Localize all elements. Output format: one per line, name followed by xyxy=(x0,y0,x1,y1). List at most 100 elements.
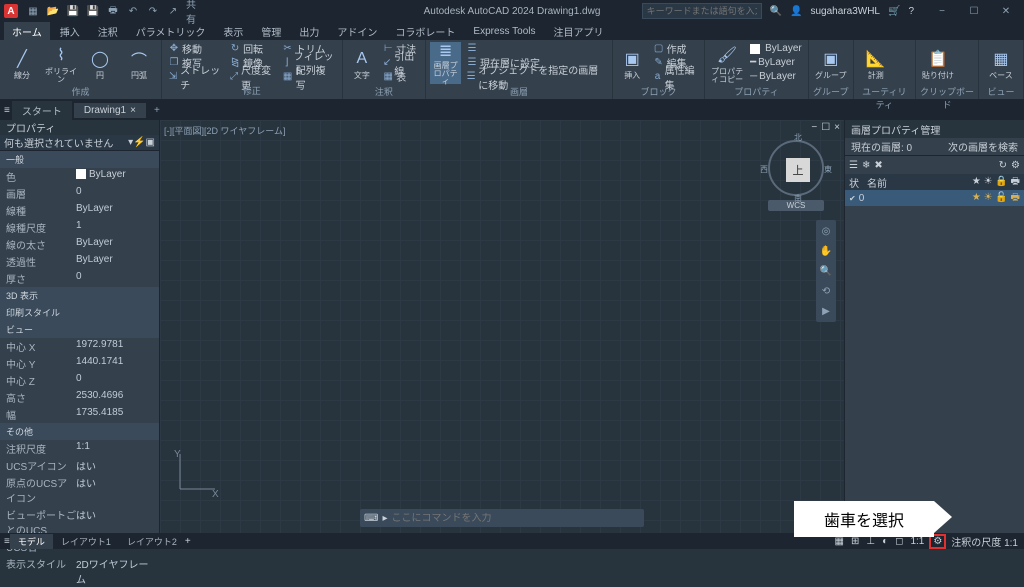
status-ortho-icon[interactable]: ⊥ xyxy=(864,536,877,547)
lineweight-dropdown[interactable]: ━ByLayer xyxy=(748,56,804,69)
pickadd-icon[interactable]: ▣ xyxy=(146,137,155,148)
layer-settings-icon[interactable]: ⚙ xyxy=(1011,160,1020,171)
circle-button[interactable]: ◯円 xyxy=(82,42,118,84)
measure-button[interactable]: 📐計測 xyxy=(858,42,894,84)
viewcube[interactable]: 北 南 東 西 上 WCS xyxy=(768,140,824,196)
viewcube-south[interactable]: 南 xyxy=(794,193,802,204)
layer-delete-icon[interactable]: ✖ xyxy=(874,160,882,171)
quickselect-icon[interactable]: ⚡ xyxy=(133,137,145,148)
viewport-close-icon[interactable]: × xyxy=(834,122,840,133)
baseview-button[interactable]: ▦ベース xyxy=(983,42,1019,84)
nav-orbit-icon[interactable]: ⟲ xyxy=(818,282,834,300)
table-button[interactable]: ▦表 xyxy=(380,70,421,83)
layout-tab-layout2[interactable]: レイアウト2 xyxy=(119,534,185,549)
new-tab-button[interactable]: + xyxy=(148,103,166,118)
qat-new-icon[interactable]: ▦ xyxy=(26,4,40,18)
prop-centery-value[interactable]: 1440.1741 xyxy=(76,356,153,371)
tab-home[interactable]: ホーム xyxy=(4,22,50,41)
tab-addins[interactable]: アドイン xyxy=(329,22,385,41)
paste-button[interactable]: 📋貼り付け xyxy=(920,42,956,84)
status-osnap-icon[interactable]: ◻ xyxy=(893,536,905,547)
col-status[interactable]: 状 xyxy=(849,175,867,190)
close-button[interactable]: ✕ xyxy=(992,2,1020,20)
prop-width-value[interactable]: 1735.4185 xyxy=(76,407,153,422)
status-snap-icon[interactable]: ⊞ xyxy=(849,536,861,547)
viewport-label[interactable]: [-][平面図][2D ワイヤフレーム] xyxy=(164,124,285,137)
tab-express[interactable]: Express Tools xyxy=(465,24,543,39)
tab-insert[interactable]: 挿入 xyxy=(52,22,88,41)
qat-share-icon[interactable]: ↗ xyxy=(166,4,180,18)
nav-pan-icon[interactable]: ✋ xyxy=(818,242,834,260)
line-button[interactable]: ╱線分 xyxy=(4,42,40,84)
minimize-button[interactable]: − xyxy=(928,2,956,20)
arc-button[interactable]: ⌒円弧 xyxy=(121,42,157,84)
nav-wheel-icon[interactable]: ◎ xyxy=(818,222,834,240)
viewport-minimize-icon[interactable]: − xyxy=(811,122,817,133)
prop-thickness-value[interactable]: 0 xyxy=(76,271,153,286)
tab-output[interactable]: 出力 xyxy=(291,22,327,41)
prop-ltscale-value[interactable]: 1 xyxy=(76,220,153,235)
viewcube-top-face[interactable]: 上 xyxy=(786,158,810,182)
help-icon[interactable]: ? xyxy=(908,6,914,17)
array-button[interactable]: ▦配列複写 xyxy=(280,70,338,83)
app-logo[interactable]: A xyxy=(4,4,18,18)
layout-add-button[interactable]: + xyxy=(185,536,191,547)
maximize-button[interactable]: ☐ xyxy=(960,2,988,20)
block-attrib-button[interactable]: a属性編集 xyxy=(651,70,701,83)
rotate-button[interactable]: ↻回転 xyxy=(227,42,277,55)
tab-collab[interactable]: コラボレート xyxy=(387,22,463,41)
prop-color-value[interactable]: ByLayer xyxy=(76,169,153,184)
layer-match-button[interactable]: ☰ xyxy=(464,42,608,55)
block-insert-button[interactable]: ▣挿入 xyxy=(617,42,648,84)
match-properties-button[interactable]: 🖌プロパティコピー xyxy=(709,42,745,84)
layer-freeze-icon[interactable]: ❄ xyxy=(862,160,870,171)
scale-button[interactable]: ⤢尺度変更 xyxy=(227,70,277,83)
layer-properties-button[interactable]: ≣画層プロパティ xyxy=(430,42,461,84)
drawing-canvas[interactable]: [-][平面図][2D ワイヤフレーム] −☐ × 北 南 東 西 上 WCS ◎… xyxy=(160,120,844,533)
file-tab-drawing1[interactable]: Drawing1× xyxy=(74,103,146,118)
qat-plot-icon[interactable]: 🖶 xyxy=(106,4,120,18)
username[interactable]: sugahara3WHL xyxy=(811,6,880,17)
tab-view[interactable]: 表示 xyxy=(215,22,251,41)
qat-share-label[interactable]: 共有 xyxy=(186,4,200,18)
viewcube-east[interactable]: 東 xyxy=(824,164,832,175)
prop-ucsicon-value[interactable]: はい xyxy=(76,458,153,473)
tab-featured[interactable]: 注目アプリ xyxy=(545,22,611,41)
file-tab-start[interactable]: スタート xyxy=(12,101,72,120)
prop-ucsorigin-value[interactable]: はい xyxy=(76,475,153,505)
ucs-icon[interactable]: Y X xyxy=(170,449,220,499)
tab-parametric[interactable]: パラメトリック xyxy=(128,22,214,41)
prop-linetype-value[interactable]: ByLayer xyxy=(76,203,153,218)
layer-refresh-icon[interactable]: ↻ xyxy=(999,160,1007,171)
text-button[interactable]: A文字 xyxy=(347,42,378,84)
qat-open-icon[interactable]: 📂 xyxy=(46,4,60,18)
viewcube-west[interactable]: 西 xyxy=(760,164,768,175)
viewport-maximize-icon[interactable]: ☐ xyxy=(821,122,830,133)
prop-centerx-value[interactable]: 1972.9781 xyxy=(76,339,153,354)
nav-zoom-icon[interactable]: 🔍 xyxy=(818,262,834,280)
stretch-button[interactable]: ⇲ストレッチ xyxy=(166,70,224,83)
status-polar-icon[interactable]: ◐ xyxy=(880,536,890,547)
cart-icon[interactable]: 🛒 xyxy=(888,6,900,17)
linetype-dropdown[interactable]: ─ByLayer xyxy=(748,70,804,83)
col-name[interactable]: 名前 xyxy=(867,175,887,190)
command-line[interactable]: ⌨ ▸ xyxy=(360,509,644,527)
layout-tab-model[interactable]: モデル xyxy=(10,534,53,549)
prop-layer-value[interactable]: 0 xyxy=(76,186,153,201)
layer-move-button[interactable]: ☰オブジェクトを指定の画層に移動 xyxy=(464,70,608,83)
qat-saveas-icon[interactable]: 💾 xyxy=(86,4,100,18)
selection-dropdown[interactable]: 何も選択されていません▾⚡▣ xyxy=(0,135,159,151)
qat-save-icon[interactable]: 💾 xyxy=(66,4,80,18)
status-scale[interactable]: 1:1 xyxy=(908,536,926,547)
qat-redo-icon[interactable]: ↷ xyxy=(146,4,160,18)
status-grid-icon[interactable]: ▦ xyxy=(833,536,846,547)
help-search-input[interactable] xyxy=(642,3,762,19)
tab-annotate[interactable]: 注釈 xyxy=(90,22,126,41)
hamburger-icon[interactable]: ≡ xyxy=(4,105,10,116)
tab-manage[interactable]: 管理 xyxy=(253,22,289,41)
block-create-button[interactable]: ▢作成 xyxy=(651,42,701,55)
group-button[interactable]: ▣グループ xyxy=(813,42,849,84)
layer-row-0[interactable]: ✔ 0 ★ ☀ 🔓 🖶 xyxy=(845,190,1024,206)
viewcube-north[interactable]: 北 xyxy=(794,132,802,143)
color-dropdown[interactable]: ByLayer xyxy=(748,42,804,55)
